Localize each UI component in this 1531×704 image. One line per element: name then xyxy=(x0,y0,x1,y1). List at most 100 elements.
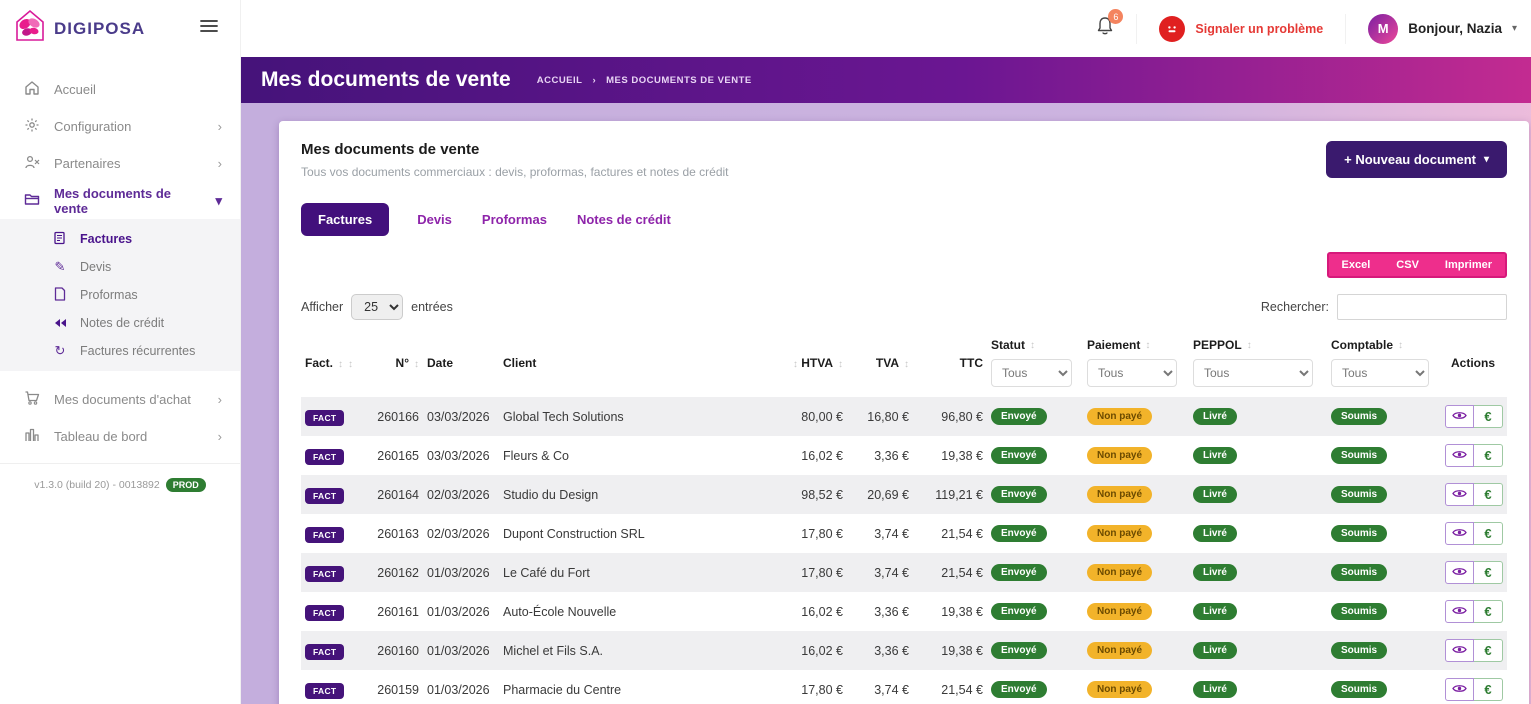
payment-button[interactable]: € xyxy=(1474,483,1503,506)
print-button[interactable]: Imprimer xyxy=(1432,254,1505,276)
paiement-badge: Non payé xyxy=(1087,564,1152,581)
breadcrumb-home[interactable]: ACCUEIL xyxy=(537,75,583,86)
sort-icon[interactable]: ↕ xyxy=(1398,340,1403,351)
paiement-badge: Non payé xyxy=(1087,447,1152,464)
paiement-filter-select[interactable]: Tous xyxy=(1087,359,1177,387)
payment-button[interactable]: € xyxy=(1474,639,1503,662)
tab-notes-de-credit[interactable]: Notes de crédit xyxy=(575,203,673,236)
search-input[interactable] xyxy=(1337,294,1507,320)
col-header-peppol[interactable]: PEPPOL↕ Tous xyxy=(1189,334,1327,397)
client-cell: Auto-École Nouvelle xyxy=(499,592,761,631)
sidebar-subitem-proformas[interactable]: Proformas xyxy=(0,281,240,309)
paiement-cell: Non payé xyxy=(1083,553,1189,592)
sort-icon[interactable]: ↕ xyxy=(904,359,909,370)
user-menu[interactable]: M Bonjour, Nazia ▾ xyxy=(1345,14,1531,44)
tva-cell: 16,80 € xyxy=(847,397,913,436)
sidebar-item-accueil[interactable]: Accueil xyxy=(0,71,240,108)
table-row[interactable]: FACT 260165 03/03/2026 Fleurs & Co 16,02… xyxy=(301,436,1507,475)
bell-icon[interactable]: 6 xyxy=(1096,16,1114,41)
sidebar-subitem-factures-recurrentes[interactable]: ↻ Factures récurrentes xyxy=(0,337,240,365)
comptable-cell: Soumis xyxy=(1327,475,1441,514)
view-document-button[interactable] xyxy=(1445,678,1474,701)
table-controls: Afficher 25 entrées Rechercher: xyxy=(301,294,1507,320)
sidebar-item-configuration[interactable]: Configuration › xyxy=(0,108,240,145)
payment-button[interactable]: € xyxy=(1474,405,1503,428)
view-document-button[interactable] xyxy=(1445,639,1474,662)
col-header-date[interactable]: Date xyxy=(423,334,499,397)
sort-icon[interactable]: ↕ xyxy=(1247,340,1252,351)
tab-devis[interactable]: Devis xyxy=(415,203,454,236)
new-document-button[interactable]: + Nouveau document ▾ xyxy=(1326,141,1507,178)
euro-icon: € xyxy=(1484,643,1491,658)
view-document-button[interactable] xyxy=(1445,600,1474,623)
view-document-button[interactable] xyxy=(1445,483,1474,506)
content: Mes documents de vente Tous vos document… xyxy=(241,103,1531,704)
sidebar-subitem-factures[interactable]: Factures xyxy=(0,225,240,253)
sort-icon[interactable]: ↕ xyxy=(1145,340,1150,351)
col-header-ttc[interactable]: TTC xyxy=(913,334,987,397)
sidebar-subitem-label: Notes de crédit xyxy=(80,316,164,330)
col-header-num[interactable]: N°↕ xyxy=(359,334,423,397)
payment-button[interactable]: € xyxy=(1474,444,1503,467)
peppol-cell: Livré xyxy=(1189,475,1327,514)
sort-icon[interactable]: ↕ xyxy=(338,359,343,370)
col-header-comptable[interactable]: Comptable↕ Tous xyxy=(1327,334,1441,397)
sidebar-subitem-devis[interactable]: ✎ Devis xyxy=(0,253,240,281)
hamburger-menu-icon[interactable] xyxy=(200,19,218,38)
view-document-button[interactable] xyxy=(1445,522,1474,545)
table-row[interactable]: FACT 260159 01/03/2026 Pharmacie du Cent… xyxy=(301,670,1507,704)
sort-icon[interactable]: ↕ xyxy=(793,359,798,370)
table-row[interactable]: FACT 260163 02/03/2026 Dupont Constructi… xyxy=(301,514,1507,553)
col-header-paiement[interactable]: Paiement↕ Tous xyxy=(1083,334,1189,397)
col-header-client[interactable]: Client xyxy=(499,334,761,397)
table-row[interactable]: FACT 260164 02/03/2026 Studio du Design … xyxy=(301,475,1507,514)
report-problem[interactable]: Signaler un problème xyxy=(1136,14,1345,44)
export-excel-button[interactable]: Excel xyxy=(1329,254,1384,276)
table-header: Fact.↕↕ N°↕ Date Client ↕ HTVA↕ TVA↕ TTC… xyxy=(301,334,1507,397)
payment-button[interactable]: € xyxy=(1474,522,1503,545)
app-root: DIGIPOSA Accueil Configuration › Partena… xyxy=(0,0,1531,704)
brand-logo[interactable]: DIGIPOSA xyxy=(10,6,145,51)
actions-cell: € xyxy=(1441,436,1507,475)
col-header-fact[interactable]: Fact.↕↕ xyxy=(301,334,359,397)
payment-button[interactable]: € xyxy=(1474,678,1503,701)
sort-icon[interactable]: ↕ xyxy=(1030,340,1035,351)
tab-proformas[interactable]: Proformas xyxy=(480,203,549,236)
view-document-button[interactable] xyxy=(1445,444,1474,467)
sort-icon[interactable]: ↕ xyxy=(838,359,843,370)
htva-cell: 17,80 € xyxy=(761,670,847,704)
comptable-filter-select[interactable]: Tous xyxy=(1331,359,1429,387)
sidebar-item-tableau-de-bord[interactable]: Tableau de bord › xyxy=(0,418,240,455)
payment-button[interactable]: € xyxy=(1474,561,1503,584)
statut-filter-select[interactable]: Tous xyxy=(991,359,1072,387)
sidebar-item-partenaires[interactable]: Partenaires › xyxy=(0,145,240,182)
euro-icon: € xyxy=(1484,409,1491,424)
doc-type-badge: FACT xyxy=(305,527,344,543)
sidebar-item-mes-documents-de-vente[interactable]: Mes documents de vente ▾ xyxy=(0,182,240,219)
sidebar-subitem-notes-de-credit[interactable]: Notes de crédit xyxy=(0,309,240,337)
table-row[interactable]: FACT 260166 03/03/2026 Global Tech Solut… xyxy=(301,397,1507,436)
export-csv-button[interactable]: CSV xyxy=(1383,254,1432,276)
table-row[interactable]: FACT 260160 01/03/2026 Michel et Fils S.… xyxy=(301,631,1507,670)
view-document-button[interactable] xyxy=(1445,405,1474,428)
payment-button[interactable]: € xyxy=(1474,600,1503,623)
sort-icon[interactable]: ↕ xyxy=(414,359,419,370)
peppol-filter-select[interactable]: Tous xyxy=(1193,359,1313,387)
sidebar-item-mes-documents-achat[interactable]: Mes documents d'achat › xyxy=(0,381,240,418)
col-header-statut[interactable]: Statut↕ Tous xyxy=(987,334,1083,397)
col-header-htva[interactable]: ↕ HTVA↕ xyxy=(761,334,847,397)
paiement-cell: Non payé xyxy=(1083,436,1189,475)
tab-factures[interactable]: Factures xyxy=(301,203,389,236)
view-document-button[interactable] xyxy=(1445,561,1474,584)
table-row[interactable]: FACT 260162 01/03/2026 Le Café du Fort 1… xyxy=(301,553,1507,592)
euro-icon: € xyxy=(1484,565,1491,580)
col-header-tva[interactable]: TVA↕ xyxy=(847,334,913,397)
card-subtitle: Tous vos documents commerciaux : devis, … xyxy=(301,165,729,179)
page-size-select[interactable]: 25 xyxy=(351,294,403,320)
topbar: 6 Signaler un problème M Bonjour, Nazia … xyxy=(241,0,1531,57)
doc-type-cell: FACT xyxy=(301,553,359,592)
htva-cell: 16,02 € xyxy=(761,631,847,670)
sort-icon[interactable]: ↕ xyxy=(348,359,353,370)
table-row[interactable]: FACT 260161 01/03/2026 Auto-École Nouvel… xyxy=(301,592,1507,631)
folder-icon xyxy=(24,191,40,210)
